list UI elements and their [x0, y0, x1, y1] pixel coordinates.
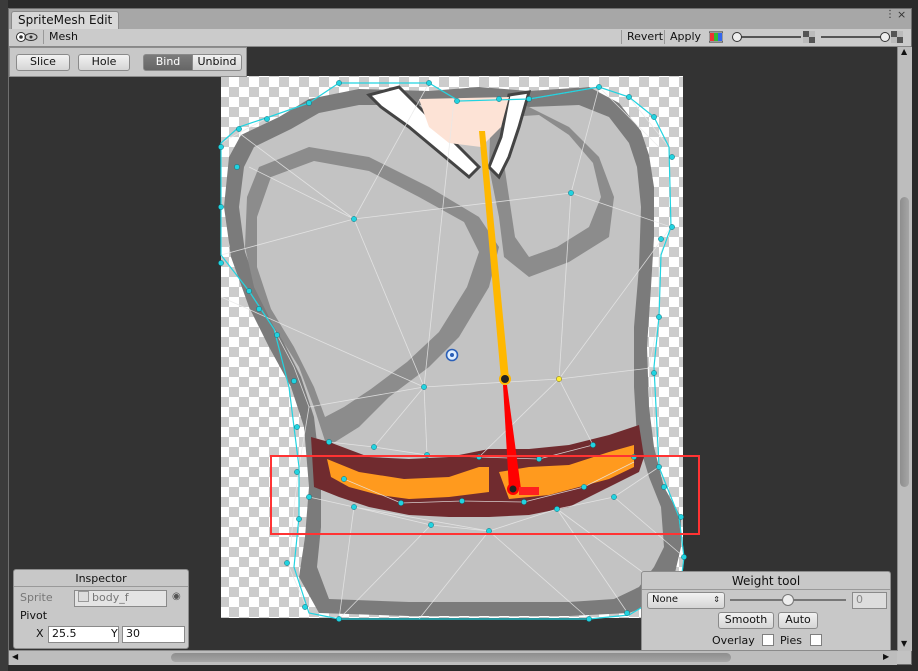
checker-icon [803, 31, 815, 43]
hole-button[interactable]: Hole [78, 54, 130, 71]
pies-label: Pies [780, 634, 802, 647]
scroll-up-icon[interactable]: ▲ [901, 47, 907, 56]
bone-lower-tip [519, 487, 539, 495]
pivot-x-field[interactable]: 25.5 [48, 626, 119, 643]
scroll-left-icon[interactable]: ◀ [12, 652, 18, 661]
pivot-y-label: Y [111, 627, 118, 640]
vertical-scrollbar[interactable]: ▲ ▼ [897, 47, 912, 651]
apply-button[interactable]: Apply [664, 30, 706, 44]
inspector-panel: Inspector Sprite body_f ◉ Pivot X 25.5 Y… [13, 569, 189, 649]
pivot-handle[interactable] [445, 348, 459, 362]
view-toggle-icon[interactable] [15, 31, 39, 43]
scroll-down-icon[interactable]: ▼ [901, 639, 907, 648]
pivot-x-label: X [36, 627, 44, 640]
selected-vertex[interactable] [556, 376, 562, 382]
revert-button[interactable]: Revert [621, 30, 668, 44]
dropdown-arrows-icon: ⇕ [713, 595, 720, 604]
overlay-checkbox[interactable] [762, 634, 774, 646]
sprite-asset-icon [78, 591, 89, 602]
weight-tool-title: Weight tool [642, 574, 890, 590]
close-icon[interactable]: × [897, 9, 906, 20]
mode-panel: Slice Hole Bind Unbind [9, 47, 247, 77]
horizontal-scroll-thumb[interactable] [171, 653, 731, 662]
mesh-dropdown[interactable]: Mesh [43, 30, 83, 44]
color-channels-icon[interactable] [708, 31, 724, 43]
left-editor-strip [0, 0, 8, 671]
checker-icon [891, 31, 903, 43]
horizontal-scrollbar[interactable]: ◀ ▶ [9, 650, 897, 665]
vertical-scroll-thumb[interactable] [900, 197, 909, 487]
overlay-label: Overlay [712, 634, 755, 647]
bone-dropdown[interactable]: None ⇕ [647, 592, 725, 609]
window-titlebar: SpriteMesh Edit ⋮ × [9, 9, 911, 30]
auto-button[interactable]: Auto [778, 612, 818, 629]
pies-checkbox[interactable] [810, 634, 822, 646]
object-picker-icon[interactable]: ◉ [172, 591, 181, 602]
sprite-field[interactable]: body_f [74, 590, 167, 607]
scroll-right-icon[interactable]: ▶ [883, 652, 889, 661]
weight-slider[interactable] [730, 594, 846, 606]
smooth-button[interactable]: Smooth [718, 612, 774, 629]
weight-value-field[interactable]: 0 [852, 592, 887, 609]
alpha-slider[interactable] [819, 31, 891, 43]
window-tab[interactable]: SpriteMesh Edit [11, 11, 120, 30]
editor-toolbar: Mesh Revert Apply [9, 29, 911, 47]
bone-dropdown-label: None [652, 594, 679, 605]
sprite-label: Sprite [20, 591, 53, 604]
bind-button[interactable]: Bind [143, 54, 193, 71]
slice-button[interactable]: Slice [16, 54, 70, 71]
window-menu-icon[interactable]: ⋮ [885, 10, 895, 20]
inspector-title: Inspector [14, 572, 188, 587]
bone-lower-joint-dot [509, 485, 517, 493]
sprite-value: body_f [92, 591, 129, 604]
pivot-label: Pivot [20, 609, 48, 622]
mesh-canvas[interactable]: Slice Hole Bind Unbind Inspector Sprite … [9, 47, 899, 653]
bone-upper-joint-dot [501, 375, 509, 383]
zoom-slider[interactable] [731, 31, 803, 43]
pivot-y-field[interactable]: 30 [122, 626, 185, 643]
weight-slider-thumb[interactable] [782, 594, 794, 606]
spritemesh-editor-window: SpriteMesh Edit ⋮ × Mesh Revert Apply Sl… [8, 8, 912, 665]
weight-tool-panel: Weight tool None ⇕ 0 Smooth Auto Overlay… [641, 571, 891, 653]
unbind-button[interactable]: Unbind [192, 54, 242, 71]
